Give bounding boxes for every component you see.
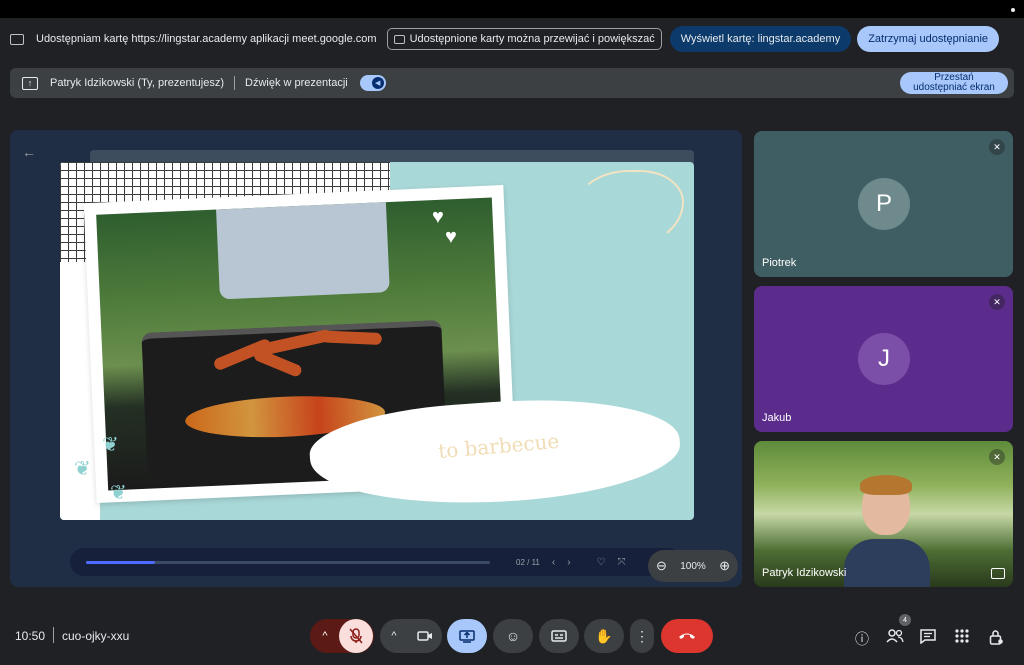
presenter-name: Patryk Idzikowski (Ty, prezentujesz) (50, 77, 225, 89)
scribble-decoration (574, 170, 684, 250)
presenter-bar: ↑ Patryk Idzikowski (Ty, prezentujesz) D… (10, 68, 1014, 98)
slide-page-number: 02 / 11 (516, 557, 540, 567)
sharing-status-text: Udostępniam kartę https://lingstar.acade… (36, 33, 377, 45)
previous-slide-icon[interactable]: ‹ (552, 557, 555, 568)
next-slide-icon[interactable]: › (567, 557, 570, 568)
people-icon[interactable] (886, 629, 906, 643)
participant-tile-jakub[interactable]: ✕ J Jakub (754, 286, 1013, 432)
person-body (844, 539, 930, 587)
emoji-reactions-button[interactable]: ☺ (493, 619, 533, 653)
slide-controls: 02 / 11 ‹ › ♡ ⤧ (70, 548, 682, 576)
tab-sharing-bar: Udostępniam kartę https://lingstar.acade… (0, 18, 1024, 60)
person-hair (860, 475, 912, 495)
divider (234, 76, 236, 90)
slide-progress-fill (86, 560, 155, 564)
activities-icon[interactable] (955, 629, 975, 643)
microphone-control: ^ (310, 619, 374, 653)
participant-name: Piotrek (762, 257, 797, 269)
butterfly-icon: ❦ (74, 458, 91, 480)
meeting-time: 10:50 (15, 629, 46, 643)
butterfly-icon: ❦ (110, 482, 127, 504)
presentation-audio-label: Dźwięk w prezentacji (245, 77, 348, 89)
divider (53, 627, 54, 643)
sausage (321, 330, 383, 346)
picture-in-picture-icon[interactable] (991, 568, 1005, 579)
camera-icon[interactable] (408, 619, 442, 653)
host-controls-lock-icon[interactable] (989, 629, 1009, 645)
shared-tab-icon (10, 33, 24, 45)
system-top-strip (0, 0, 1024, 18)
more-options-button[interactable]: ⋮ (630, 619, 654, 653)
zoom-in-icon[interactable]: ⊕ (719, 558, 730, 574)
zoom-level: 100% (680, 560, 706, 572)
butterfly-icon: ❦ (102, 434, 119, 456)
present-screen-icon: ↑ (22, 76, 38, 90)
presentation-stage: ← ♥ ♥ to barbecue ❦ ❦ ❦ 02 / 11 ‹ › ♡ ⤧ … (10, 130, 742, 587)
view-tab-button[interactable]: Wyświetl kartę: lingstar.academy (669, 26, 852, 52)
camera-indicator (1011, 8, 1015, 12)
back-arrow-icon[interactable]: ← (22, 144, 36, 160)
participant-name: Patryk Idzikowski (762, 567, 847, 579)
avatar: J (858, 333, 910, 385)
participant-count-badge: 4 (899, 614, 911, 626)
fullscreen-icon[interactable]: ⤧ (618, 557, 626, 568)
stop-screen-share-button[interactable]: Przestań udostępniać ekran (900, 72, 1008, 94)
presentation-audio-toggle[interactable]: ◀ (359, 75, 386, 91)
meeting-details-icon[interactable]: ⓘ (852, 629, 872, 649)
captions-button[interactable] (539, 619, 579, 653)
zoom-control: ⊖ 100% ⊕ (648, 550, 738, 582)
meeting-controls-bar: 10:50 cuo-ojky-xxu ^ ^ ☺ ✋ ⋮ ⓘ 4 (0, 605, 1024, 665)
muted-mic-icon: ✕ (989, 294, 1005, 310)
participant-tile-piotrek[interactable]: ✕ P Piotrek (754, 131, 1013, 277)
participant-tile-self[interactable]: ✕ Patryk Idzikowski (754, 441, 1013, 587)
scroll-zoom-info: Udostępnione karty można przewijać i pow… (386, 28, 662, 50)
heart-icon: ♥ (432, 206, 444, 228)
heart-outline-icon[interactable]: ♡ (597, 557, 606, 568)
zoom-out-icon[interactable]: ⊖ (656, 558, 667, 574)
microphone-off-icon[interactable] (339, 619, 373, 653)
stop-screen-share-label-2: udostępniać ekran (913, 82, 995, 93)
leave-call-button[interactable] (661, 619, 713, 653)
tab-icon (393, 34, 405, 44)
chat-icon[interactable] (920, 629, 940, 644)
present-now-button[interactable] (447, 619, 487, 653)
slide-progress-bar[interactable] (86, 560, 490, 564)
stop-sharing-button[interactable]: Zatrzymaj udostępnianie (857, 26, 1000, 52)
avatar: P (858, 178, 910, 230)
raise-hand-button[interactable]: ✋ (584, 619, 624, 653)
self-video-feed (844, 475, 930, 587)
speaker-icon: ◀ (371, 77, 384, 89)
muted-mic-icon: ✕ (989, 449, 1005, 465)
meeting-code: cuo-ojky-xxu (62, 629, 130, 643)
camera-control: ^ (380, 619, 442, 653)
video-options-chevron-icon[interactable]: ^ (380, 630, 408, 642)
presentation-slide[interactable]: ♥ ♥ to barbecue ❦ ❦ ❦ (60, 162, 694, 520)
audio-options-chevron-icon[interactable]: ^ (311, 630, 339, 642)
muted-mic-icon: ✕ (989, 139, 1005, 155)
heart-icon: ♥ (445, 226, 457, 248)
participant-name: Jakub (762, 412, 792, 424)
scroll-zoom-info-text: Udostępnione karty można przewijać i pow… (409, 33, 655, 45)
person-shirt (215, 197, 390, 300)
